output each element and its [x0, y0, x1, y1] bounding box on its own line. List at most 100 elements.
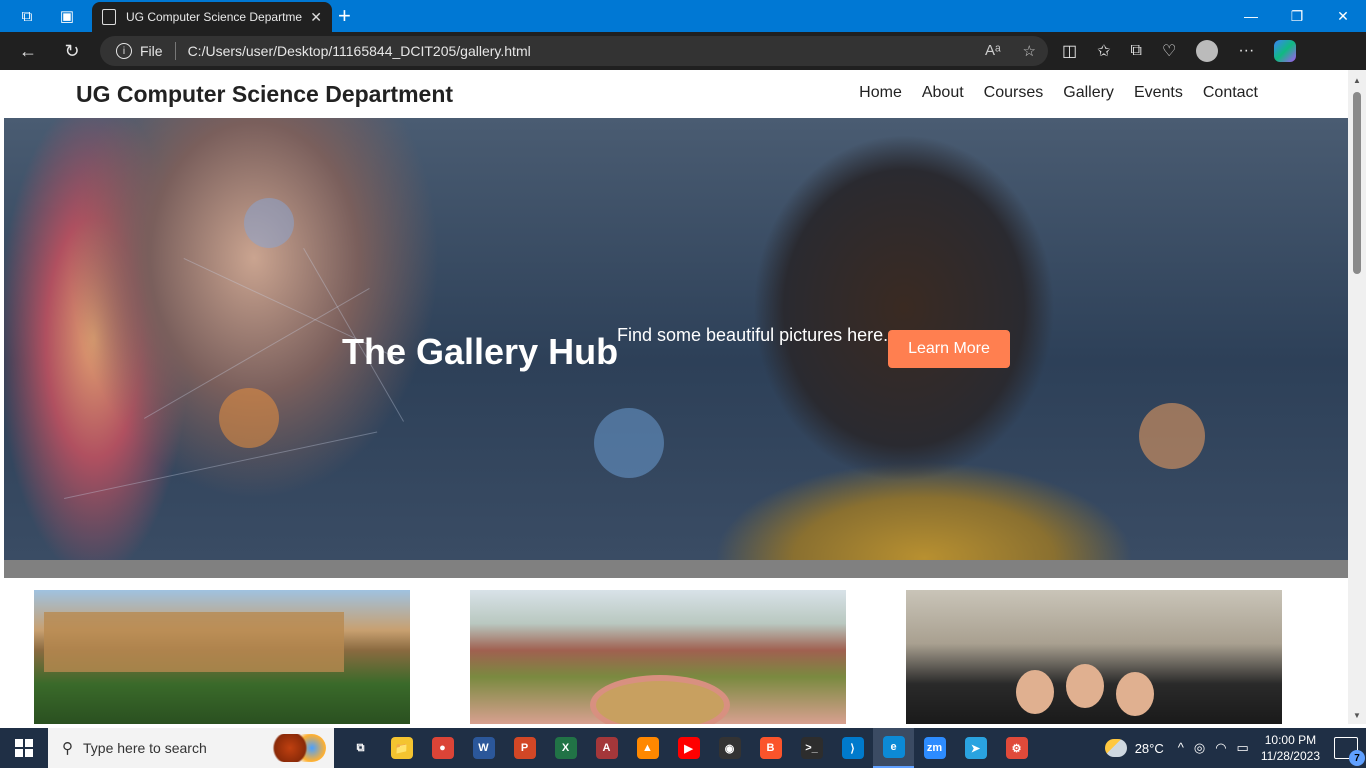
git-tool-app-icon[interactable]: ⚙ — [996, 728, 1037, 768]
gallery-image-campus-building[interactable] — [34, 590, 410, 724]
access-app-icon[interactable]: A — [586, 728, 627, 768]
github-app-icon[interactable]: ◉ — [709, 728, 750, 768]
github-icon: ◉ — [718, 737, 741, 759]
vscode-icon: ⟩ — [841, 737, 864, 759]
graduate-face — [1066, 664, 1104, 708]
split-screen-icon[interactable]: ◫ — [1062, 41, 1077, 61]
terminal-app-icon[interactable]: >_ — [791, 728, 832, 768]
site-nav: Home About Courses Gallery Events Contac… — [859, 84, 1258, 102]
windows-taskbar: ⚲ Type here to search ⧉ 📁 ● W P X A ▲ ▶ ◉ B >_ ⟩ e zm ➤… — [0, 728, 1366, 768]
nav-contact[interactable]: Contact — [1203, 84, 1258, 102]
excel-icon: X — [554, 737, 577, 759]
address-bar[interactable]: i File C:/Users/user/Desktop/11165844_DC… — [100, 36, 1048, 66]
graduate-face — [1016, 670, 1054, 714]
word-app-icon[interactable]: W — [463, 728, 504, 768]
notification-icon[interactable]: 7 — [1334, 737, 1365, 766]
scroll-up-icon[interactable]: ▲ — [1353, 76, 1361, 85]
chrome-app-icon[interactable]: ● — [422, 728, 463, 768]
learn-more-button[interactable]: Learn More — [888, 330, 1010, 368]
plaza-shape — [590, 675, 730, 724]
section-divider — [4, 560, 1348, 578]
gallery-image-graduates[interactable] — [906, 590, 1282, 724]
brave-app-icon[interactable]: B — [750, 728, 791, 768]
vlc-app-icon[interactable]: ▲ — [627, 728, 668, 768]
restore-icon[interactable]: ❐ — [1274, 0, 1320, 32]
scrollbar-thumb[interactable] — [1353, 92, 1361, 274]
page-icon — [102, 9, 116, 25]
divider — [174, 42, 176, 60]
window-controls: — ❐ ✕ — [1228, 0, 1366, 32]
file-explorer-app-icon[interactable]: 📁 — [381, 728, 422, 768]
zoom-app-icon[interactable]: zm — [914, 728, 955, 768]
chrome-icon: ● — [431, 737, 454, 759]
address-url[interactable]: C:/Users/user/Desktop/11165844_DCIT205/g… — [188, 43, 531, 59]
refresh-icon[interactable]: ↻ — [50, 41, 94, 62]
start-button[interactable] — [0, 728, 48, 768]
building-shape — [44, 612, 344, 672]
excel-app-icon[interactable]: X — [545, 728, 586, 768]
clock[interactable]: 10:00 PM 11/28/2023 — [1261, 732, 1320, 764]
favorite-star-icon[interactable]: ☆ — [1023, 42, 1036, 60]
vscode-app-icon[interactable]: ⟩ — [832, 728, 873, 768]
youtube-app-icon[interactable]: ▶ — [668, 728, 709, 768]
graduate-face — [1116, 672, 1154, 716]
weather-icon — [1104, 739, 1127, 757]
back-icon[interactable]: ← — [6, 41, 50, 62]
brave-icon: B — [759, 737, 782, 759]
task-view-app-icon[interactable]: ⧉ — [340, 728, 381, 768]
powerpoint-app-icon[interactable]: P — [504, 728, 545, 768]
copilot-icon[interactable] — [1274, 40, 1297, 62]
meet-now-icon[interactable]: ◎ — [1194, 740, 1205, 756]
address-scheme: File — [140, 43, 163, 59]
telegram-icon: ➤ — [964, 737, 987, 759]
close-window-icon[interactable]: ✕ — [1320, 0, 1366, 32]
temperature: 28°C — [1134, 740, 1164, 756]
youtube-icon: ▶ — [677, 737, 700, 759]
powerpoint-icon: P — [513, 737, 536, 759]
collections-icon[interactable]: ⧉ — [1131, 42, 1142, 60]
close-tab-icon[interactable]: ✕ — [310, 9, 322, 26]
browser-tab[interactable]: UG Computer Science Departme ✕ — [92, 2, 332, 32]
date: 11/28/2023 — [1260, 749, 1320, 763]
profile-avatar[interactable] — [1196, 40, 1219, 62]
tray-icons: ^ ◎ ◠ ▭ — [1178, 740, 1249, 756]
task-view-icon: ⧉ — [356, 741, 365, 754]
nav-events[interactable]: Events — [1134, 84, 1183, 102]
minimize-icon[interactable]: — — [1228, 0, 1274, 32]
access-icon: A — [595, 737, 618, 759]
read-aloud-icon[interactable]: Aᵃ — [985, 42, 1001, 60]
pinned-apps: ⧉ 📁 ● W P X A ▲ ▶ ◉ B >_ ⟩ e zm ➤ ⚙ — [340, 728, 1037, 768]
info-icon[interactable]: i — [116, 43, 132, 59]
nav-home[interactable]: Home — [859, 84, 902, 102]
nav-about[interactable]: About — [922, 84, 964, 102]
taskbar-search[interactable]: ⚲ Type here to search — [48, 728, 334, 768]
hero-content: The Gallery Hub Find some beautiful pict… — [4, 118, 1348, 560]
battery-icon[interactable]: ▭ — [1237, 740, 1249, 756]
edge-app-icon[interactable]: e — [873, 728, 914, 768]
wifi-icon[interactable]: ◠ — [1215, 740, 1226, 756]
browser-essentials-icon[interactable]: ♡ — [1162, 41, 1176, 61]
hero-banner: The Gallery Hub Find some beautiful pict… — [4, 118, 1348, 560]
browser-tab-bar: ⧉ ▣ UG Computer Science Departme ✕ + — ❐… — [0, 0, 1366, 32]
search-highlight-image[interactable] — [270, 734, 326, 762]
vertical-tabs-icon[interactable]: ▣ — [52, 1, 82, 31]
favorites-icon[interactable]: ✩ — [1097, 41, 1110, 61]
new-tab-button[interactable]: + — [338, 3, 351, 29]
time: 10:00 PM — [1264, 733, 1317, 747]
chevron-up-icon[interactable]: ^ — [1178, 740, 1184, 756]
more-menu-icon[interactable]: ··· — [1238, 42, 1254, 60]
weather-widget[interactable]: 28°C — [1104, 739, 1164, 757]
workspaces-icon[interactable]: ⧉ — [12, 1, 42, 31]
telegram-app-icon[interactable]: ➤ — [955, 728, 996, 768]
nav-gallery[interactable]: Gallery — [1063, 84, 1114, 102]
nav-courses[interactable]: Courses — [984, 84, 1044, 102]
page-scrollbar[interactable]: ▲ ▼ — [1348, 70, 1366, 724]
notification-count: 7 — [1349, 750, 1365, 766]
site-header: UG Computer Science Department Home Abou… — [4, 70, 1348, 118]
word-icon: W — [472, 737, 495, 759]
address-toolbar: ← ↻ i File C:/Users/user/Desktop/1116584… — [0, 32, 1366, 70]
page-viewport: UG Computer Science Department Home Abou… — [4, 70, 1348, 724]
hero-subtext: Find some beautiful pictures here. — [617, 325, 889, 345]
gallery-image-campus-plaza[interactable] — [470, 590, 846, 724]
scroll-down-icon[interactable]: ▼ — [1353, 711, 1361, 720]
